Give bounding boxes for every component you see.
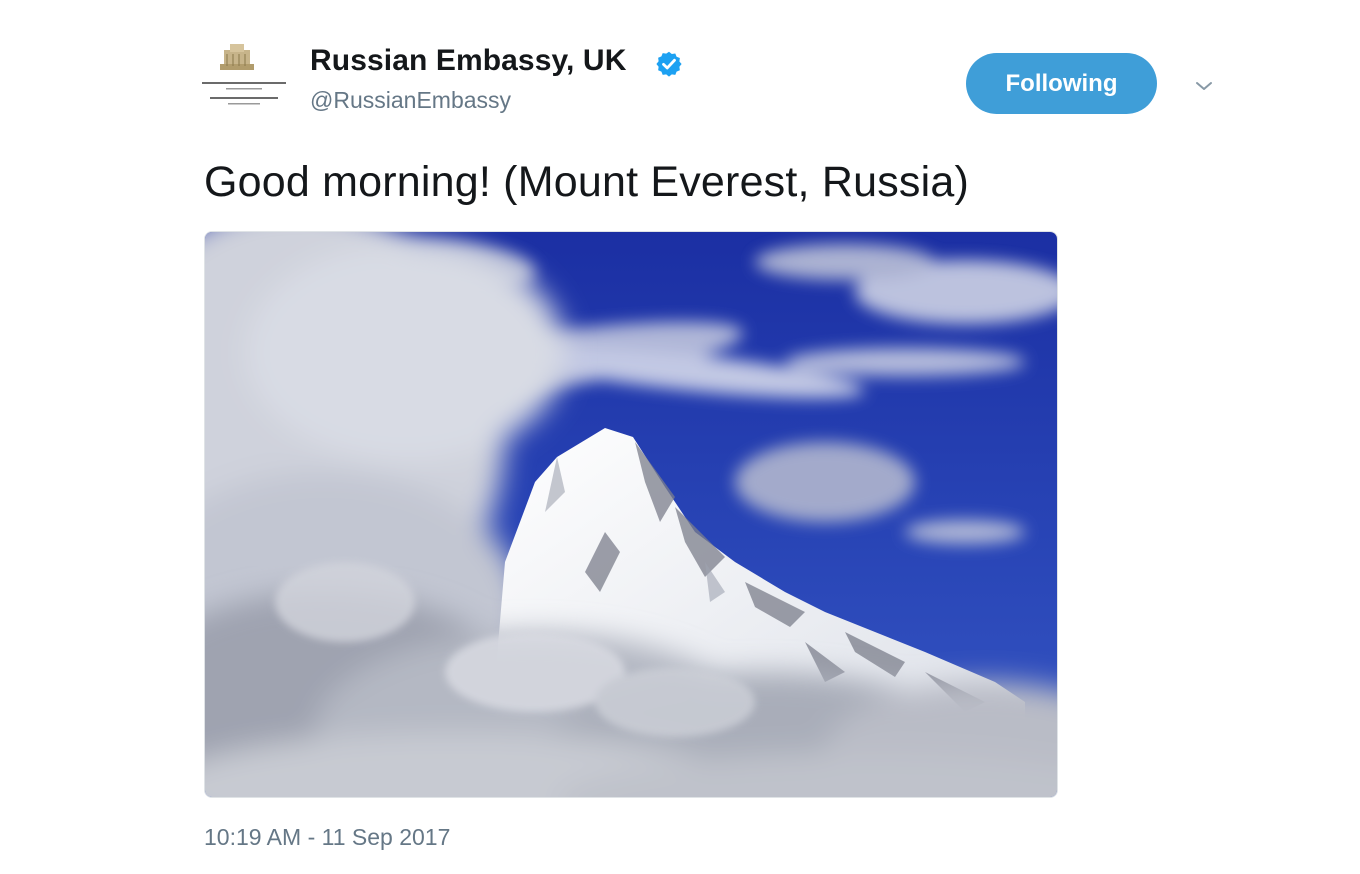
tweet-card: Russian Embassy, UK @RussianEmbassy Foll… xyxy=(0,0,1360,874)
chevron-down-icon[interactable] xyxy=(1192,74,1216,98)
mountain-photo-image xyxy=(205,232,1057,797)
tweet-timestamp[interactable]: 10:19 AM - 11 Sep 2017 xyxy=(204,824,450,851)
user-handle[interactable]: @RussianEmbassy xyxy=(310,87,511,114)
tweet-text: Good morning! (Mount Everest, Russia) xyxy=(204,158,969,206)
display-name[interactable]: Russian Embassy, UK xyxy=(310,44,626,78)
avatar[interactable] xyxy=(196,40,292,126)
embassy-logo-icon xyxy=(196,40,292,126)
tweet-photo[interactable] xyxy=(204,231,1058,798)
following-button[interactable]: Following xyxy=(966,53,1157,114)
verified-badge-icon xyxy=(656,51,682,77)
